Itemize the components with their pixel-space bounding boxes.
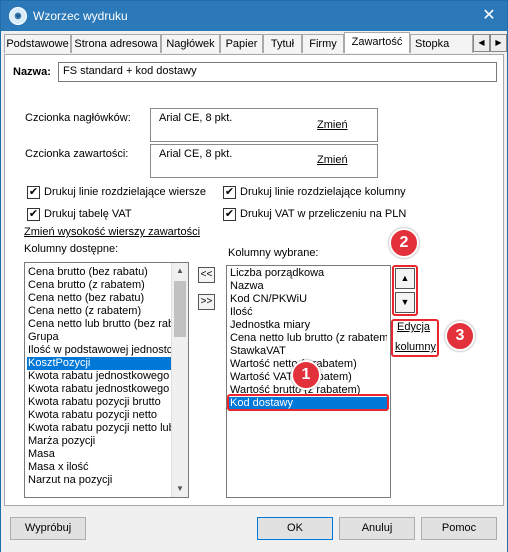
close-icon[interactable]: ✕	[475, 3, 503, 29]
marker-badge-1: 1	[291, 360, 321, 390]
highlight-box-3	[391, 319, 439, 357]
tab-zawartosc[interactable]: Zawartość	[344, 32, 410, 53]
list-item[interactable]: Cena brutto (z rabatem)	[27, 279, 171, 292]
preview-button[interactable]: Wypróbuj	[10, 517, 86, 540]
header-font-value: Arial CE, 8 pkt.	[159, 112, 233, 124]
list-item[interactable]: Ilość	[229, 306, 387, 319]
change-content-font-link[interactable]: Zmień	[317, 154, 348, 166]
list-item[interactable]: Kwota rabatu pozycji netto lub	[27, 422, 171, 435]
arrow-left-icon[interactable]: ◀	[473, 34, 490, 52]
move-left-button[interactable]: <<	[198, 267, 215, 283]
checkbox-vat-table[interactable]: ✔	[27, 208, 40, 221]
cancel-button[interactable]: Anuluj	[339, 517, 415, 540]
move-right-button[interactable]: >>	[198, 294, 215, 310]
scroll-down-icon[interactable]: ▼	[172, 481, 188, 497]
tab-content-panel: Nazwa: FS standard + kod dostawy Czcionk…	[4, 54, 504, 506]
list-item[interactable]: Kwota rabatu jednostkowego	[27, 370, 171, 383]
list-item[interactable]: Kod CN/PKWiU	[229, 293, 387, 306]
change-header-font-link[interactable]: Zmień	[317, 119, 348, 131]
marker-badge-2: 2	[389, 228, 419, 258]
list-item[interactable]: Narzut na pozycji	[27, 474, 171, 486]
arrow-right-icon[interactable]: ▶	[490, 34, 507, 52]
help-button[interactable]: Pomoc	[421, 517, 497, 540]
name-label: Nazwa:	[13, 66, 51, 78]
checkbox-column-lines[interactable]: ✔	[223, 186, 236, 199]
list-item[interactable]: Cena netto lub brutto (z rabatem)	[229, 332, 387, 345]
checkbox-column-lines-label: Drukuj linie rozdzielające kolumny	[240, 186, 406, 198]
scroll-thumb[interactable]	[174, 281, 186, 337]
ok-button[interactable]: OK	[257, 517, 333, 540]
list-item[interactable]: Jednostka miary	[229, 319, 387, 332]
list-item[interactable]: Cena netto (bez rabatu)	[27, 292, 171, 305]
list-item[interactable]: Grupa	[27, 331, 171, 344]
row-height-link[interactable]: Zmień wysokość wierszy zawartości	[24, 226, 200, 238]
checkbox-vat-pln-label: Drukuj VAT w przeliczeniu na PLN	[240, 208, 407, 220]
highlight-box-1	[227, 394, 389, 411]
list-item[interactable]: Masa x ilość	[27, 461, 171, 474]
list-item[interactable]: Cena netto lub brutto (bez rabatu)	[27, 318, 171, 331]
checkbox-vat-table-label: Drukuj tabelę VAT	[44, 208, 132, 220]
list-item[interactable]: Cena netto (z rabatem)	[27, 305, 171, 318]
tab-naglowek[interactable]: Nagłówek	[161, 34, 220, 53]
checkbox-vat-pln[interactable]: ✔	[223, 208, 236, 221]
tab-scroll-arrows: ◀ ▶	[473, 34, 507, 52]
marker-badge-3: 3	[445, 321, 475, 351]
name-field[interactable]: FS standard + kod dostawy	[58, 62, 497, 82]
checkbox-row-lines-label: Drukuj linie rozdzielające wiersze	[44, 186, 207, 198]
tab-stopka[interactable]: Stopka	[410, 34, 473, 53]
title-bar: ◉ Wzorzec wydruku ✕	[1, 1, 507, 31]
checkbox-row-lines[interactable]: ✔	[27, 186, 40, 199]
content-font-label: Czcionka zawartości:	[25, 148, 129, 160]
content-font-value: Arial CE, 8 pkt.	[159, 148, 233, 160]
list-item-selected[interactable]: KosztPozycji	[27, 357, 171, 370]
list-item[interactable]: Ilość w podstawowej jednostce	[27, 344, 171, 357]
available-scrollbar[interactable]: ▲ ▼	[171, 263, 188, 497]
chosen-columns-label: Kolumny wybrane:	[228, 247, 319, 259]
list-item[interactable]: Kwota rabatu pozycji netto	[27, 409, 171, 422]
tab-strip: Podstawowe Strona adresowa Nagłówek Papi…	[4, 32, 507, 54]
list-item[interactable]: Liczba porządkowa	[229, 267, 387, 280]
available-columns-list[interactable]: Cena brutto (bez rabatu) Cena brutto (z …	[24, 262, 189, 498]
header-font-label: Czcionka nagłówków:	[25, 112, 131, 124]
window-title: Wzorzec wydruku	[33, 9, 128, 23]
print-template-dialog: ◉ Wzorzec wydruku ✕ Podstawowe Strona ad…	[0, 0, 508, 552]
available-columns-label: Kolumny dostępne:	[24, 243, 119, 255]
list-item[interactable]: Marża pozycji	[27, 435, 171, 448]
app-icon: ◉	[9, 7, 27, 25]
tab-firmy[interactable]: Firmy	[302, 34, 344, 53]
tab-tytul[interactable]: Tytuł	[263, 34, 302, 53]
scroll-up-icon[interactable]: ▲	[172, 263, 188, 279]
tab-podstawowe[interactable]: Podstawowe	[4, 34, 71, 53]
list-item[interactable]: Cena brutto (bez rabatu)	[27, 266, 171, 279]
tab-papier[interactable]: Papier	[220, 34, 263, 53]
tab-strona-adresowa[interactable]: Strona adresowa	[71, 34, 161, 53]
list-item[interactable]: Nazwa	[229, 280, 387, 293]
list-item[interactable]: StawkaVAT	[229, 345, 387, 358]
list-item[interactable]: Kwota rabatu jednostkowego	[27, 383, 171, 396]
highlight-box-2	[392, 265, 418, 316]
list-item[interactable]: Masa	[27, 448, 171, 461]
list-item[interactable]: Kwota rabatu pozycji brutto	[27, 396, 171, 409]
dialog-button-bar: Wypróbuj OK Anuluj Pomoc	[1, 506, 507, 552]
